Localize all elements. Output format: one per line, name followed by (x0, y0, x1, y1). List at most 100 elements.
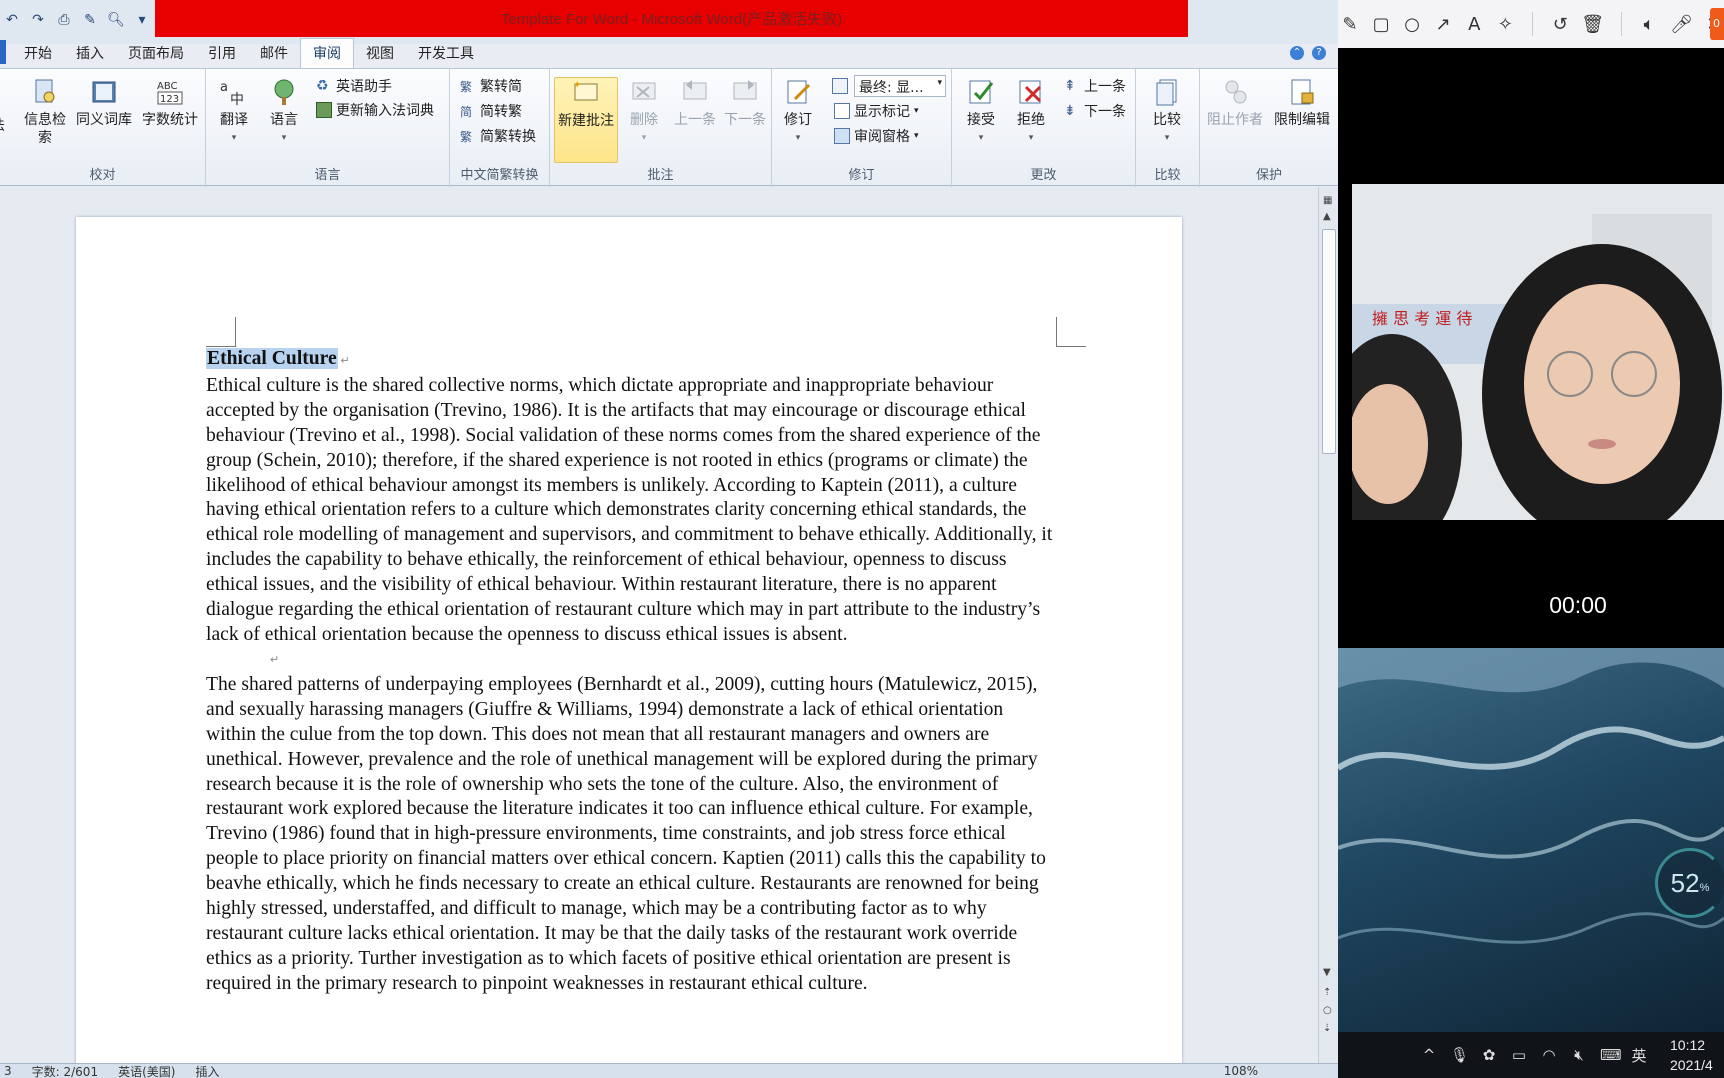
dropdown-icon[interactable]: ▾ (132, 10, 152, 30)
thesaurus-button[interactable]: 同义词库 (72, 77, 136, 129)
previous-page-icon[interactable]: ⇡ (1323, 987, 1331, 998)
battery-icon[interactable]: ▭ (1510, 1046, 1528, 1064)
delete-comment-button[interactable]: 删除 ▾ (620, 77, 668, 147)
ime-indicator[interactable]: 英 (1630, 1045, 1648, 1066)
reviewing-pane-dropdown-icon: ▾ (914, 131, 919, 141)
text-icon[interactable]: A (1464, 12, 1484, 36)
ruler-toggle-icon[interactable]: ▦ (1323, 195, 1332, 206)
reject-button[interactable]: 拒绝 ▾ (1006, 77, 1056, 147)
display-for-review[interactable] (832, 75, 848, 97)
chevron-up-icon[interactable]: ^ (1420, 1046, 1438, 1064)
tab-references[interactable]: 引用 (196, 39, 248, 68)
next-change-button[interactable]: ⇟ 下一条 (1064, 100, 1126, 122)
status-page[interactable]: 3 (4, 1064, 12, 1078)
status-word-count[interactable]: 字数: 2/601 (32, 1063, 98, 1078)
magic-wand-icon[interactable]: ✧ (1495, 12, 1515, 36)
tab-view[interactable]: 视图 (354, 39, 406, 68)
status-mode[interactable]: 插入 (195, 1063, 219, 1078)
new-comment-button[interactable]: ✦ 新建批注 (554, 77, 618, 163)
app-tray-icon[interactable]: ✿ (1480, 1046, 1498, 1064)
word-count-button[interactable]: ABC 123 字数统计 (138, 77, 202, 129)
research-icon (35, 79, 55, 103)
status-language[interactable]: 英语(美国) (118, 1063, 175, 1078)
microphone-icon[interactable]: 🎤︎ (1670, 12, 1693, 36)
conversion-button[interactable]: 繁 简繁转换 (460, 125, 536, 147)
conversion-label: 简繁转换 (480, 129, 536, 145)
translate-icon: a中 (220, 80, 244, 107)
status-zoom[interactable]: 108% (1224, 1064, 1338, 1078)
show-markup-label: 显示标记 (854, 104, 910, 120)
minimize-ribbon-icon[interactable]: ⌃ (1290, 46, 1304, 60)
partial-button[interactable]: 法 (0, 117, 20, 135)
rectangle-icon[interactable]: ▢ (1371, 12, 1391, 36)
volume-muted-icon[interactable]: 🔇︎ (1570, 1046, 1588, 1064)
block-authors-button[interactable]: 阻止作者 (1202, 77, 1268, 129)
accept-button[interactable]: 接受 ▾ (956, 77, 1006, 147)
show-markup-icon (834, 103, 850, 119)
undo-icon[interactable]: ↺ (1550, 12, 1570, 36)
group-tracking-label: 修订 (848, 168, 875, 183)
show-markup-button[interactable]: 显示标记 ▾ (834, 100, 919, 122)
to-traditional-label: 简转繁 (480, 104, 522, 120)
tab-review[interactable]: 审阅 (300, 38, 354, 68)
vertical-scrollbar[interactable]: ▦ ▲ ▼ ⇡ ○ ⇣ (1318, 187, 1338, 1063)
group-language: a中 翻译 ▾ 语言 ▾ ♻ 英语助手 更新输入法词典 语言 (206, 69, 450, 187)
speaker-icon[interactable]: 🔈︎ (1639, 12, 1659, 36)
arrow-icon[interactable]: ↗ (1433, 12, 1453, 36)
display-for-review-combo[interactable]: 最终: 显... ▾ (854, 75, 946, 97)
group-comments-label: 批注 (647, 168, 674, 183)
document-heading[interactable]: Ethical Culture (206, 348, 338, 369)
reviewing-pane-button[interactable]: 审阅窗格 ▾ (834, 125, 919, 147)
trash-icon[interactable]: 🗑︎ (1581, 12, 1604, 36)
paragraph-2[interactable]: The shared patterns of underpaying emplo… (206, 673, 1056, 997)
to-traditional-button[interactable]: 简 简转繁 (460, 100, 522, 122)
undo-icon[interactable]: ↶ (2, 10, 22, 30)
circle-icon[interactable]: ○ (1402, 12, 1422, 36)
redo-icon[interactable]: ↷ (28, 10, 48, 30)
previous-comment-label: 上一条 (674, 112, 716, 128)
english-assistant-button[interactable]: ♻ 英语助手 (316, 75, 392, 97)
svg-text:✦: ✦ (573, 80, 581, 91)
language-button[interactable]: 语言 ▾ (260, 77, 308, 147)
webcam-frame: 擁 思 考 運 待 (1352, 184, 1724, 520)
track-changes-button[interactable]: 修订 ▾ (776, 77, 820, 147)
browse-object-icon[interactable]: ○ (1323, 1005, 1332, 1016)
reject-icon (1019, 80, 1042, 104)
previous-change-button[interactable]: ⇞ 上一条 (1064, 75, 1126, 97)
print-icon[interactable]: ⎙ (54, 10, 74, 30)
side-tab[interactable]: 0 (1710, 8, 1724, 40)
ribbon: 法 信息检索 同义词库 ABC 123 字数统计 校对 a中 翻译 ▾ (0, 68, 1338, 187)
preview-icon[interactable]: 🔍︎ (106, 10, 126, 30)
wifi-icon[interactable]: ◠ (1540, 1046, 1558, 1064)
to-simplified-button[interactable]: 繁 繁转简 (460, 75, 522, 97)
edit-icon[interactable]: ✎ (80, 10, 100, 30)
document-text[interactable]: Ethical Culture ↵ Ethical culture is the… (206, 347, 1056, 997)
document-page[interactable]: Ethical Culture ↵ Ethical culture is the… (76, 217, 1182, 1063)
tab-page-layout[interactable]: 页面布局 (116, 39, 196, 68)
update-ime-button[interactable]: 更新输入法词典 (316, 99, 434, 121)
translate-button[interactable]: a中 翻译 ▾ (210, 77, 258, 147)
keyboard-icon[interactable]: ⌨ (1600, 1046, 1622, 1064)
tab-developer[interactable]: 开发工具 (406, 39, 486, 68)
title-bar: ↶ ↷ ⎙ ✎ 🔍︎ ▾ Template For Word - Microso… (0, 0, 1338, 44)
translate-label: 翻译 (220, 112, 248, 128)
scroll-down-icon[interactable]: ▼ (1323, 967, 1331, 978)
previous-comment-button[interactable]: 上一条 (670, 77, 720, 129)
tab-insert[interactable]: 插入 (64, 39, 116, 68)
scrollbar-thumb[interactable] (1322, 229, 1336, 454)
reviewing-pane-label: 审阅窗格 (854, 129, 910, 145)
restrict-editing-button[interactable]: 限制编辑 (1268, 77, 1336, 129)
compare-button[interactable]: 比较 ▾ (1142, 77, 1192, 147)
tab-home[interactable]: 开始 (12, 39, 64, 68)
scroll-up-icon[interactable]: ▲ (1323, 211, 1331, 222)
pencil-icon[interactable]: ✎ (1340, 12, 1360, 36)
research-button[interactable]: 信息检索 (22, 77, 68, 147)
paragraph-1[interactable]: Ethical culture is the shared collective… (206, 374, 1056, 648)
microphone-icon[interactable]: 🎙︎ (1450, 1046, 1469, 1064)
language-label: 语言 (270, 112, 298, 128)
next-comment-button[interactable]: 下一条 (720, 77, 770, 129)
help-icon[interactable]: ? (1312, 46, 1326, 60)
next-page-icon[interactable]: ⇣ (1323, 1023, 1331, 1034)
tab-mailings[interactable]: 邮件 (248, 39, 300, 68)
taskbar-clock[interactable]: 10:12 2021/4 (1670, 1032, 1724, 1078)
